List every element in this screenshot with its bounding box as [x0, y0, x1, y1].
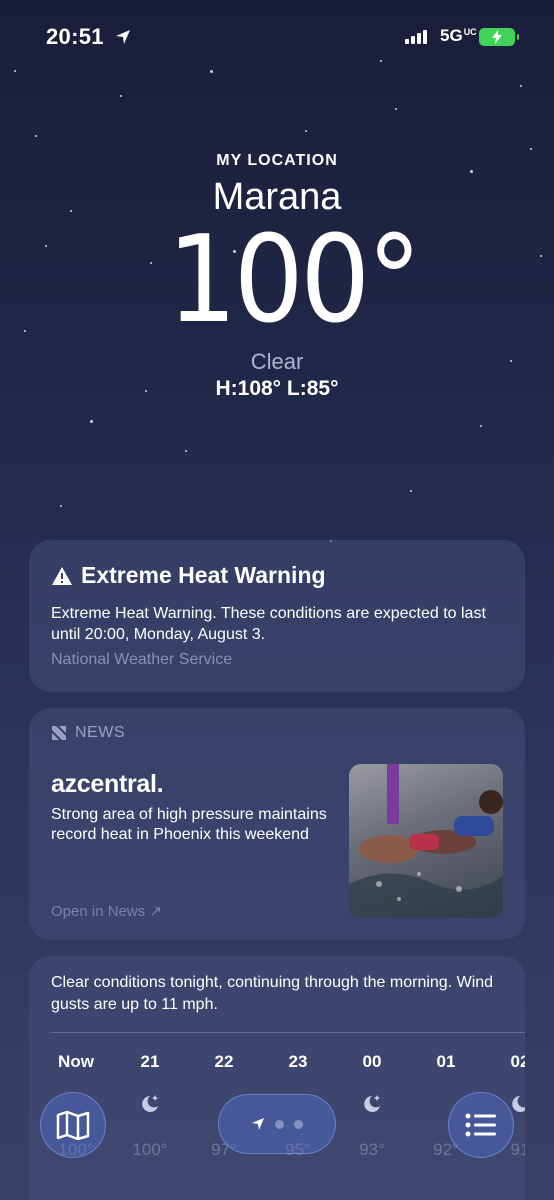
alert-title: Extreme Heat Warning: [81, 562, 326, 588]
cell-signal-icon: [405, 30, 427, 44]
status-time: 20:51: [46, 24, 104, 49]
current-conditions: MY LOCATION Marana 100° Clear H:108° L:8…: [0, 152, 554, 401]
hourly-forecast-card[interactable]: Clear conditions tonight, continuing thr…: [29, 956, 525, 1200]
news-article-image[interactable]: [349, 764, 503, 918]
location-label: MY LOCATION: [216, 152, 338, 169]
status-bar: 20:51 5GUC: [0, 22, 554, 56]
page-dot: [275, 1119, 284, 1129]
locations-list-button[interactable]: [448, 1092, 514, 1158]
apple-news-icon: [52, 726, 66, 740]
forecast-summary: Clear conditions tonight, continuing thr…: [51, 974, 494, 1013]
alert-source: National Weather Service: [51, 651, 233, 668]
current-temperature: 100°: [167, 211, 422, 350]
high-low-text: H:108° L:85°: [215, 377, 339, 400]
divider: [51, 1032, 525, 1033]
battery-charging-icon: [479, 28, 519, 46]
warning-triangle-icon: [52, 566, 72, 585]
news-headline[interactable]: Strong area of high pressure maintains r…: [51, 805, 331, 845]
severe-weather-alert-card[interactable]: Extreme Heat Warning Extreme Heat Warnin…: [29, 540, 525, 692]
condition-text: Clear: [250, 349, 304, 374]
page-dot: [294, 1119, 303, 1129]
open-in-news-link[interactable]: Open in News ↗: [51, 902, 162, 920]
alert-body: Extreme Heat Warning. These conditions a…: [51, 605, 486, 643]
news-card[interactable]: NEWS azcentral. Strong area of high pres…: [29, 708, 525, 940]
list-icon: [465, 1113, 496, 1137]
location-page-indicator[interactable]: [218, 1094, 336, 1154]
map-icon: [56, 1110, 90, 1140]
location-arrow-icon: [252, 1118, 264, 1130]
map-button[interactable]: [40, 1092, 106, 1158]
location-services-icon: [116, 30, 130, 44]
news-section-label: NEWS: [75, 724, 125, 741]
bottom-toolbar: [0, 1090, 554, 1160]
network-type: 5GUC: [440, 26, 477, 45]
